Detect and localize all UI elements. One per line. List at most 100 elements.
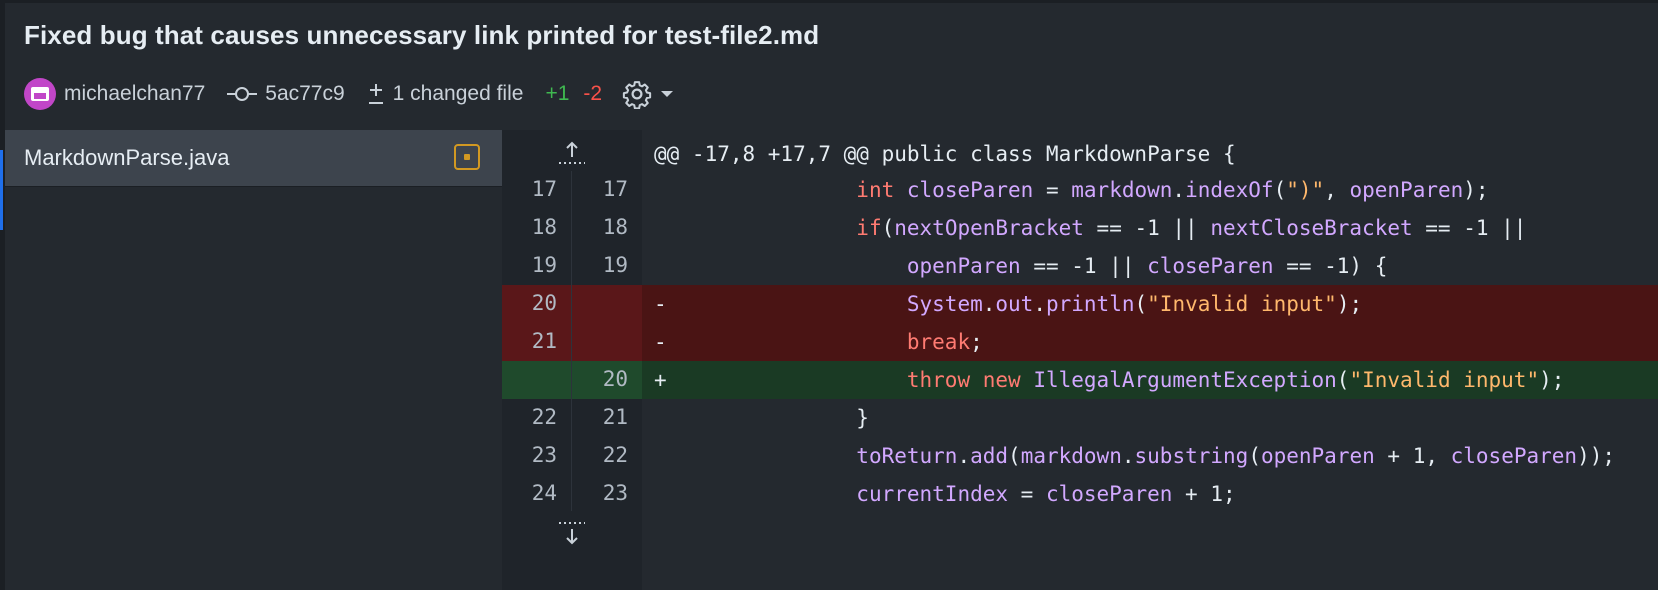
old-line-number[interactable]: 17 xyxy=(502,171,572,209)
old-line-number[interactable] xyxy=(502,361,572,399)
code-line: int closeParen = markdown.indexOf(")", o… xyxy=(654,171,1489,209)
diff-line-context: 18 18 if(nextOpenBracket == -1 || nextClo… xyxy=(502,209,1658,247)
code-token: = xyxy=(1008,482,1046,506)
changed-files-label: 1 changed file xyxy=(392,82,524,105)
avatar-icon xyxy=(24,78,56,110)
code-token: == -1 || xyxy=(1412,216,1527,240)
hunk-header-text: @@ -17,8 +17,7 @@ public class MarkdownP… xyxy=(654,142,1236,166)
code-token: } xyxy=(856,406,869,430)
new-line-number[interactable]: 18 xyxy=(572,209,642,247)
old-line-number[interactable]: 18 xyxy=(502,209,572,247)
code-line: throw new IllegalArgumentException("Inva… xyxy=(654,361,1565,399)
new-line-number[interactable]: 23 xyxy=(572,475,642,513)
file-diff-modified-icon xyxy=(454,144,480,170)
code-token: int xyxy=(856,178,895,202)
commit-hash: 5ac77c9 xyxy=(265,82,345,105)
code-token: if xyxy=(856,216,882,240)
code-token: throw xyxy=(906,368,971,392)
diff-line-context: 23 22 toReturn.add(markdown.substring(ope… xyxy=(502,437,1658,475)
author[interactable]: michaelchan77 xyxy=(24,78,205,110)
code-token: == -1 || xyxy=(1020,254,1148,278)
new-line-number[interactable] xyxy=(572,285,642,323)
code-token: ); xyxy=(1539,368,1565,392)
old-line-number[interactable]: 23 xyxy=(502,437,572,475)
old-line-number[interactable]: 19 xyxy=(502,247,572,285)
code-token: + 1; xyxy=(1172,482,1236,506)
code-token: IllegalArgumentException xyxy=(1033,368,1337,392)
new-line-number[interactable]: 17 xyxy=(572,171,642,209)
expand-down-button[interactable] xyxy=(502,511,642,590)
code-token: ); xyxy=(1336,292,1363,316)
code-token: )); xyxy=(1577,444,1615,468)
code-token: closeParen xyxy=(906,178,1034,202)
left-accent xyxy=(0,150,3,230)
code-line: currentIndex = closeParen + 1; xyxy=(654,475,1236,513)
old-line-number[interactable]: 21 xyxy=(502,323,572,361)
code-token: currentIndex xyxy=(856,482,1009,506)
file-list-item[interactable]: MarkdownParse.java xyxy=(5,130,502,187)
diff-line-deletion: 21- break; xyxy=(502,323,1658,361)
code-token: . xyxy=(1121,444,1135,468)
code-token: openParen xyxy=(906,254,1021,278)
code-token: == -1) { xyxy=(1273,254,1388,278)
commit-hash-link[interactable]: 5ac77c9 xyxy=(227,82,345,106)
code-token: + 1, xyxy=(1374,444,1451,468)
settings-button[interactable] xyxy=(622,79,674,109)
file-list: MarkdownParse.java xyxy=(5,130,502,590)
code-token: substring xyxy=(1134,444,1249,468)
code-token: , xyxy=(1324,178,1350,202)
diff-view: @@ -17,8 +17,7 @@ public class MarkdownP… xyxy=(502,130,1658,590)
code-token: . xyxy=(982,292,996,316)
old-line-number[interactable]: 24 xyxy=(502,475,572,513)
code-line: toReturn.add(markdown.substring(openPare… xyxy=(654,437,1615,475)
diff-icon xyxy=(367,82,385,106)
code-token: = xyxy=(1033,178,1072,202)
expand-down-icon xyxy=(557,519,587,552)
diff-line-addition: 20 + throw new IllegalArgumentException("… xyxy=(502,361,1658,399)
code-token: toReturn xyxy=(856,444,958,468)
diff-footer xyxy=(502,511,1658,590)
code-token: . xyxy=(1033,292,1046,316)
code-token: openParen xyxy=(1349,178,1464,202)
code-token: closeParen xyxy=(1147,254,1274,278)
commit-header: Fixed bug that causes unnecessary link p… xyxy=(24,20,1658,110)
author-name: michaelchan77 xyxy=(64,82,206,105)
git-commit-icon xyxy=(227,86,258,102)
new-line-number[interactable]: 22 xyxy=(572,437,642,475)
diff-line-context: 17 17 int closeParen = markdown.indexOf("… xyxy=(502,171,1658,209)
code-token: nextCloseBracket xyxy=(1210,216,1413,240)
new-line-number[interactable] xyxy=(572,323,642,361)
code-token: System xyxy=(906,292,983,316)
code-token: ); xyxy=(1463,178,1489,202)
new-line-number[interactable]: 20 xyxy=(572,361,642,399)
code-token: ( xyxy=(1008,444,1021,468)
code-token: ")" xyxy=(1286,178,1325,202)
code-line: if(nextOpenBracket == -1 || nextCloseBra… xyxy=(654,209,1526,247)
changed-files: 1 changed file xyxy=(367,82,524,106)
old-line-number[interactable]: 20 xyxy=(502,285,572,323)
old-line-number[interactable]: 22 xyxy=(502,399,572,437)
file-name: MarkdownParse.java xyxy=(24,145,230,170)
code-token: break xyxy=(906,330,971,354)
code-token: indexOf xyxy=(1185,178,1274,202)
code-line: break; xyxy=(654,323,983,361)
commit-meta: michaelchan77 5ac77c9 1 changed file +1 … xyxy=(24,74,674,114)
code-token: closeParen xyxy=(1045,482,1173,506)
code-token: out xyxy=(995,292,1034,316)
new-line-number[interactable]: 21 xyxy=(572,399,642,437)
deletions-count: -2 xyxy=(583,82,603,105)
code-line: } xyxy=(654,399,869,437)
new-line-number[interactable]: 19 xyxy=(572,247,642,285)
diff-line-deletion: 20- System.out.println("Invalid input"); xyxy=(502,285,1658,323)
code-line: openParen == -1 || closeParen == -1) { xyxy=(654,247,1387,285)
code-token: ( xyxy=(1336,368,1350,392)
